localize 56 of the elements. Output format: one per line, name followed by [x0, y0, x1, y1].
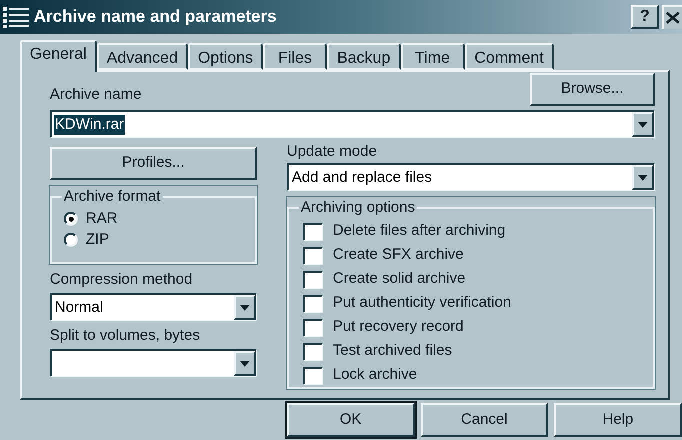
field-label: Update mode: [287, 143, 378, 161]
archive-name-field[interactable]: KDWin.rar: [50, 110, 655, 138]
tab[interactable]: Time: [400, 43, 465, 70]
checkbox-label: Create SFX archive: [333, 245, 464, 266]
close-icon: [666, 12, 680, 24]
dropdown-button[interactable]: [234, 295, 256, 320]
browse-button[interactable]: Browse...: [530, 73, 655, 106]
checkbox-label: Delete files after archiving: [333, 221, 506, 242]
update-mode-dropdown[interactable]: Add and replace files: [287, 163, 655, 191]
profiles-button[interactable]: Profiles...: [50, 147, 257, 180]
field-value: Add and replace files: [291, 168, 434, 188]
dialog-button[interactable]: Cancel: [420, 403, 548, 437]
window-title: Archive name and parameters: [34, 6, 278, 28]
field-value: Normal: [54, 298, 104, 318]
tab[interactable]: Comment: [464, 43, 554, 70]
checkbox[interactable]: [303, 294, 323, 312]
tab[interactable]: Advanced: [96, 43, 188, 70]
checkbox[interactable]: [303, 366, 323, 384]
checkbox[interactable]: [303, 270, 323, 288]
dialog-button[interactable]: Help: [554, 403, 682, 437]
radio-label: ZIP: [86, 230, 110, 250]
field-value: KDWin.rar: [54, 114, 126, 134]
checkbox[interactable]: [303, 342, 323, 360]
tab[interactable]: General: [20, 40, 97, 72]
tab[interactable]: Options: [188, 43, 264, 70]
checkbox-label: Put recovery record: [333, 317, 464, 338]
checkbox[interactable]: [303, 222, 323, 240]
checkbox-label: Create solid archive: [333, 269, 466, 290]
caret-icon: [638, 122, 648, 128]
dropdown-button[interactable]: [632, 112, 654, 137]
checkbox-label: Lock archive: [333, 365, 418, 386]
checkbox[interactable]: [303, 246, 323, 264]
checkbox-label: Test archived files: [333, 341, 452, 362]
group-title: Archiving options: [300, 198, 416, 218]
field-label: Compression method: [50, 270, 194, 290]
caret-icon: [638, 174, 648, 180]
compression-dropdown[interactable]: Normal: [50, 293, 257, 321]
dialog-button[interactable]: OK: [287, 403, 415, 437]
close-button[interactable]: [662, 5, 682, 29]
field-label: Split to volumes, bytes: [50, 326, 202, 346]
help-button[interactable]: ?: [631, 5, 659, 29]
checkbox[interactable]: [303, 318, 323, 336]
tab[interactable]: Backup: [327, 43, 401, 70]
caret-icon: [240, 304, 250, 310]
app-icon: [2, 5, 30, 29]
split-volumes-dropdown[interactable]: [50, 349, 257, 377]
checkbox-label: Put authenticity verification: [333, 293, 512, 314]
dropdown-button[interactable]: [632, 165, 654, 190]
field-label: Archive name: [50, 84, 142, 104]
radio-label: RAR: [86, 208, 118, 229]
group-title: Archive format: [63, 187, 162, 207]
tab[interactable]: Files: [263, 43, 328, 70]
caret-icon: [240, 360, 250, 366]
radio-button[interactable]: [64, 212, 78, 226]
dropdown-button[interactable]: [234, 351, 256, 376]
radio-button[interactable]: [64, 233, 78, 247]
